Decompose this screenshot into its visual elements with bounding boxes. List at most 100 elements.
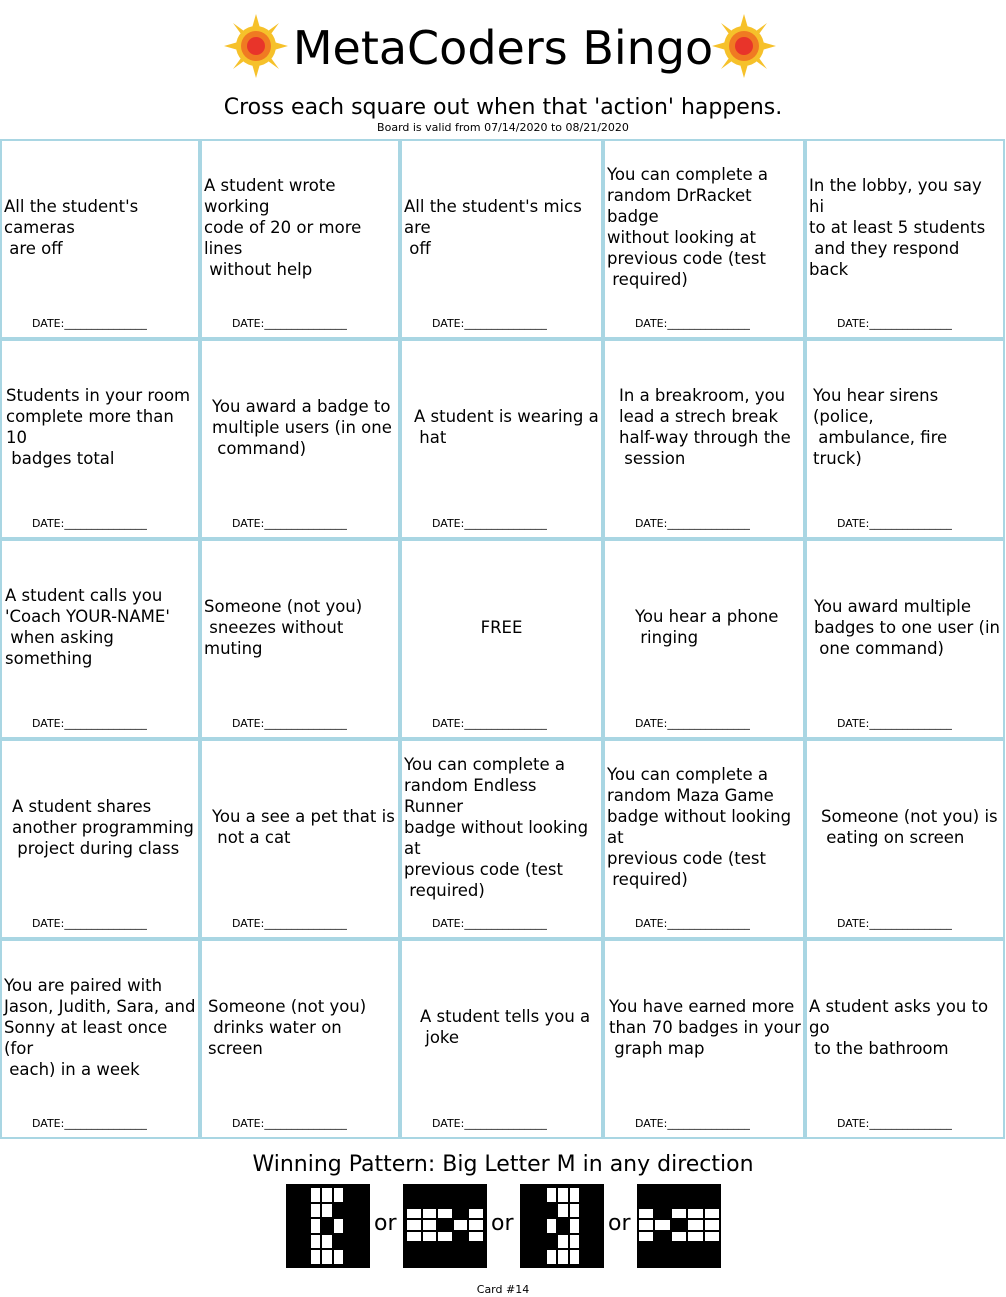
bingo-cell[interactable]: You are paired with Jason, Judith, Sara,… — [0, 939, 200, 1139]
pattern-grid — [286, 1184, 370, 1268]
pattern-cell-filled — [344, 1203, 354, 1218]
cell-text: You a see a pet that is not a cat — [212, 807, 395, 847]
pattern-cell-empty — [407, 1209, 421, 1219]
date-line: DATE:_______________ — [432, 917, 547, 930]
date-line: DATE:_______________ — [635, 917, 750, 930]
bingo-cell[interactable]: In the lobby, you say hi to at least 5 s… — [805, 139, 1005, 339]
pattern-cell-filled — [407, 1198, 421, 1208]
pattern-cell-empty — [322, 1188, 332, 1202]
cell-text: A student asks you to go to the bathroom — [809, 996, 989, 1058]
pattern-cell-empty — [639, 1231, 654, 1241]
bingo-cell[interactable]: A student wrote working code of 20 or mo… — [200, 139, 400, 339]
bingo-cell[interactable]: A student asks you to go to the bathroom… — [805, 939, 1005, 1139]
pattern-cell-empty — [469, 1231, 483, 1241]
bingo-cell[interactable]: A student shares another programming pro… — [0, 739, 200, 939]
bingo-cell[interactable]: You hear sirens (police, ambulance, fire… — [805, 339, 1005, 539]
date-line: DATE:_______________ — [432, 1117, 547, 1130]
cell-text: A student shares another programming pro… — [12, 796, 194, 858]
pattern-grid — [637, 1184, 721, 1268]
pattern-cell-empty — [671, 1209, 687, 1219]
pattern-cell-filled — [300, 1188, 310, 1202]
pattern-cell-filled — [333, 1203, 343, 1218]
cell-text: All the student's cameras are off — [4, 196, 139, 258]
date-line: DATE:_______________ — [635, 1117, 750, 1130]
pattern-cell-filled — [558, 1219, 568, 1233]
pattern-grid — [520, 1184, 604, 1268]
bingo-board: All the student's cameras are off DATE:_… — [0, 139, 1006, 1139]
pattern-cell-filled — [469, 1242, 483, 1252]
bingo-cell[interactable]: You have earned more than 70 badges in y… — [603, 939, 805, 1139]
pattern-cell-filled — [547, 1234, 557, 1249]
bingo-cell[interactable]: A student is wearing a hat DATE:________… — [400, 339, 603, 539]
date-line: DATE:_______________ — [232, 1117, 347, 1130]
bingo-cell[interactable]: A student calls you 'Coach YOUR-NAME' wh… — [0, 539, 200, 739]
pattern-cell-filled — [580, 1234, 590, 1249]
pattern-cell-empty — [422, 1220, 437, 1230]
bingo-cell[interactable]: You can complete a random Endless Runner… — [400, 739, 603, 939]
bingo-cell[interactable]: A student tells you a joke DATE:________… — [400, 939, 603, 1139]
pattern-cell-filled — [688, 1198, 703, 1208]
pattern-cell-empty — [311, 1203, 321, 1218]
bingo-cell[interactable]: Someone (not you) sneezes without muting… — [200, 539, 400, 739]
pattern-cell-filled — [322, 1219, 332, 1233]
pattern-cell-filled — [438, 1198, 452, 1208]
bingo-cell[interactable]: All the student's mics are off DATE:____… — [400, 139, 603, 339]
bingo-cell[interactable]: You can complete a random Maza Game badg… — [603, 739, 805, 939]
cell-text: All the student's mics are off — [404, 196, 582, 258]
pattern-cell-empty — [453, 1220, 468, 1230]
bingo-cell[interactable]: Someone (not you) drinks water on screen… — [200, 939, 400, 1139]
pattern-cell-empty — [322, 1250, 332, 1264]
free-cell[interactable]: FREE DATE:_______________ — [400, 539, 603, 739]
pattern-cell-empty — [639, 1209, 654, 1219]
pattern-cell-filled — [671, 1220, 687, 1230]
winning-pattern-title: Winning Pattern: Big Letter M in any dir… — [252, 1152, 754, 1177]
bingo-cell[interactable]: You can complete a random DrRacket badge… — [603, 139, 805, 339]
cell-text: A student calls you 'Coach YOUR-NAME' wh… — [5, 586, 170, 668]
date-line: DATE:_______________ — [635, 717, 750, 730]
page-title: MetaCoders Bingo — [292, 21, 714, 75]
pattern-cell-empty — [655, 1220, 670, 1230]
pattern-cell-filled — [639, 1198, 654, 1208]
pattern-cell-empty — [422, 1209, 437, 1219]
bingo-cell[interactable]: You award a badge to multiple users (in … — [200, 339, 400, 539]
cell-text: In a breakroom, you lead a strech break … — [619, 386, 791, 468]
pattern-cell-filled — [580, 1203, 590, 1218]
pattern-cell-empty — [407, 1220, 421, 1230]
pattern-cell-empty — [322, 1203, 332, 1218]
bingo-cell[interactable]: Someone (not you) is eating on screen DA… — [805, 739, 1005, 939]
pattern-cell-filled — [671, 1198, 687, 1208]
pattern-cell-empty — [569, 1219, 579, 1233]
pattern-cell-empty — [333, 1250, 343, 1264]
bingo-cell[interactable]: All the student's cameras are off DATE:_… — [0, 139, 200, 339]
bingo-cell[interactable]: You award multiple badges to one user (i… — [805, 539, 1005, 739]
cell-text: FREE — [480, 617, 523, 637]
pattern-cell-filled — [438, 1242, 452, 1252]
pattern-cell-filled — [547, 1203, 557, 1218]
pattern-cell-empty — [569, 1188, 579, 1202]
pattern-cell-filled — [536, 1203, 546, 1218]
pattern-cell-filled — [344, 1188, 354, 1202]
pattern-cell-filled — [333, 1234, 343, 1249]
pattern-cell-filled — [704, 1242, 719, 1252]
pattern-cell-empty — [688, 1209, 703, 1219]
bingo-cell[interactable]: You a see a pet that is not a cat DATE:_… — [200, 739, 400, 939]
pattern-cells — [536, 1188, 590, 1264]
or-label: or — [608, 1211, 631, 1236]
bingo-cell[interactable]: Students in your room complete more than… — [0, 339, 200, 539]
pattern-cell-empty — [438, 1231, 452, 1241]
bingo-cell[interactable]: You hear a phone ringing DATE:__________… — [603, 539, 805, 739]
cell-text: You award a badge to multiple users (in … — [212, 396, 392, 458]
validity-note: Board is valid from 07/14/2020 to 08/21/… — [377, 121, 629, 134]
pattern-cell-filled — [704, 1198, 719, 1208]
pattern-cell-filled — [453, 1231, 468, 1241]
bingo-cell[interactable]: In a breakroom, you lead a strech break … — [603, 339, 805, 539]
pattern-cell-filled — [655, 1198, 670, 1208]
pattern-cell-filled — [453, 1198, 468, 1208]
pattern-cell-empty — [469, 1209, 483, 1219]
pattern-cell-empty — [569, 1250, 579, 1264]
pattern-cell-filled — [422, 1198, 437, 1208]
cell-text: In the lobby, you say hi to at least 5 s… — [809, 175, 986, 279]
pattern-cell-empty — [704, 1209, 719, 1219]
pattern-cell-empty — [311, 1188, 321, 1202]
date-line: DATE:_______________ — [432, 517, 547, 530]
